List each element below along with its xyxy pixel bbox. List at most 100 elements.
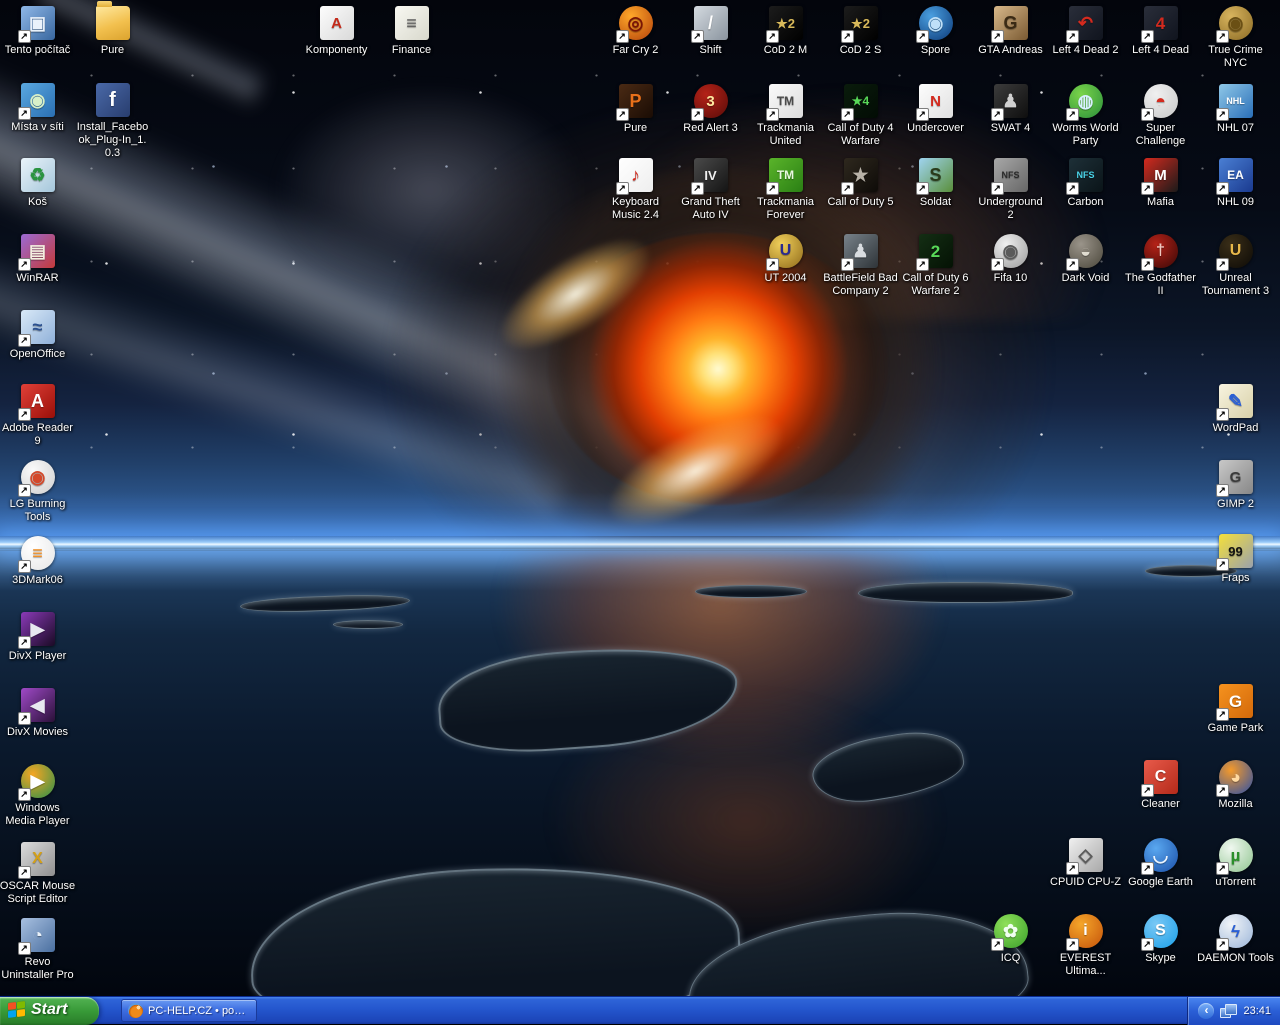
desktop-icon-underground-2[interactable]: NFS ↗ Underground 2 bbox=[973, 158, 1048, 222]
icon-label: Fifa 10 bbox=[993, 272, 1028, 284]
desktop-icon-left-4-dead[interactable]: 4 ↗ Left 4 Dead bbox=[1123, 6, 1198, 57]
desktop-icon-divx-movies[interactable]: ◀ ↗ DivX Movies bbox=[0, 688, 75, 739]
desktop-icon-trackmania-united[interactable]: TM ↗ Trackmania United bbox=[748, 84, 823, 148]
desktop-icon-call-of-duty-5[interactable]: ★ ↗ Call of Duty 5 bbox=[823, 158, 898, 209]
icon-label: GTA Andreas bbox=[978, 44, 1043, 56]
desktop-icon-mozilla[interactable]: ◕ ↗ Mozilla bbox=[1198, 760, 1273, 811]
desktop-icon-openoffice[interactable]: ≈ ↗ OpenOffice bbox=[0, 310, 75, 361]
desktop-icon-battlefield-bad-company-2[interactable]: ♟ ↗ BattleField Bad Company 2 bbox=[823, 234, 898, 298]
desktop-icon-windows-media-player[interactable]: ▶ ↗ Windows Media Player bbox=[0, 764, 75, 828]
desktop-icon-undercover[interactable]: N ↗ Undercover bbox=[898, 84, 973, 135]
desktop-icon-keyboard-music[interactable]: ♪ ↗ Keyboard Music 2.4 bbox=[598, 158, 673, 222]
desktop-icon-swat-4[interactable]: ♟ ↗ SWAT 4 bbox=[973, 84, 1048, 135]
shortcut-arrow-icon: ↗ bbox=[690, 30, 704, 43]
icon-label: Far Cry 2 bbox=[612, 44, 659, 56]
desktop-icon-oscar-mouse-script-editor[interactable]: X ↗ OSCAR Mouse Script Editor bbox=[0, 842, 75, 906]
desktop-icon-carbon[interactable]: NFS ↗ Carbon bbox=[1048, 158, 1123, 209]
shortcut-arrow-icon: ↗ bbox=[1215, 182, 1229, 195]
desktop-icon-soldat[interactable]: S ↗ Soldat bbox=[898, 158, 973, 209]
icon-label: Spore bbox=[920, 44, 951, 56]
desktop-icon-cod-2-m[interactable]: ★2 ↗ CoD 2 M bbox=[748, 6, 823, 57]
shortcut-arrow-icon: ↗ bbox=[615, 182, 629, 195]
desktop-icon-fraps[interactable]: 99 ↗ Fraps bbox=[1198, 534, 1273, 585]
desktop-icon-install-facebook-plugin[interactable]: f Install_Facebo ok_Plug-In_1. 0.3 bbox=[75, 83, 150, 160]
firefox-icon bbox=[128, 1003, 143, 1018]
desktop-icon-kos[interactable]: ♻ Koš bbox=[0, 158, 75, 209]
desktop-icon-fifa-10[interactable]: ◉ ↗ Fifa 10 bbox=[973, 234, 1048, 285]
desktop-icon-skype[interactable]: S ↗ Skype bbox=[1123, 914, 1198, 965]
desktop-icon-icq[interactable]: ✿ ↗ ICQ bbox=[973, 914, 1048, 965]
shortcut-arrow-icon: ↗ bbox=[1215, 558, 1229, 571]
icon-label: Unreal Tournament 3 bbox=[1201, 272, 1270, 297]
tray-collapse-chevron-icon[interactable]: ‹ bbox=[1198, 1002, 1215, 1019]
shortcut-arrow-icon: ↗ bbox=[915, 108, 929, 121]
desktop-icon-ut-2004[interactable]: U ↗ UT 2004 bbox=[748, 234, 823, 285]
desktop-icon-revo-uninstaller-pro[interactable]: ◔ ↗ Revo Uninstaller Pro bbox=[0, 918, 75, 982]
shortcut-arrow-icon: ↗ bbox=[17, 334, 31, 347]
shortcut-arrow-icon: ↗ bbox=[17, 712, 31, 725]
desktop-icon-the-godfather-ii[interactable]: † ↗ The Godfather II bbox=[1123, 234, 1198, 298]
desktop-icon-komponenty[interactable]: A Komponenty bbox=[299, 6, 374, 57]
desktop-icon-tento-pocitac[interactable]: ▣ ↗ Tento počítač bbox=[0, 6, 75, 57]
taskbar-clock[interactable]: 23:41 bbox=[1243, 1005, 1271, 1017]
desktop-icon-everest-ultimate[interactable]: i ↗ EVEREST Ultima... bbox=[1048, 914, 1123, 978]
desktop-icon-call-of-duty-4-warfare[interactable]: ★4 ↗ Call of Duty 4 Warfare bbox=[823, 84, 898, 148]
icon-label: Left 4 Dead 2 bbox=[1052, 44, 1119, 56]
desktop-icon-mista-v-siti[interactable]: ◉ ↗ Místa v síti bbox=[0, 83, 75, 134]
shortcut-arrow-icon: ↗ bbox=[1215, 938, 1229, 951]
shortcut-arrow-icon: ↗ bbox=[1065, 862, 1079, 875]
icon-label: Adobe Reader 9 bbox=[2, 422, 73, 447]
desktop-icon-cpuid-cpu-z[interactable]: ◇ ↗ CPUID CPU-Z bbox=[1048, 838, 1123, 889]
desktop-icon-divx-player[interactable]: ▶ ↗ DivX Player bbox=[0, 612, 75, 663]
desktop-icon-cleaner[interactable]: C ↗ Cleaner bbox=[1123, 760, 1198, 811]
desktop-icon-dark-void[interactable]: ◒ ↗ Dark Void bbox=[1048, 234, 1123, 285]
desktop-icon-grand-theft-auto-iv[interactable]: IV ↗ Grand Theft Auto IV bbox=[673, 158, 748, 222]
icon-label: Mafia bbox=[1147, 196, 1174, 208]
desktop-icon-lg-burning-tools[interactable]: ◉ ↗ LG Burning Tools bbox=[0, 460, 75, 524]
shortcut-arrow-icon: ↗ bbox=[1140, 258, 1154, 271]
desktop-icon-super-challenge[interactable]: ◓ ↗ Super Challenge bbox=[1123, 84, 1198, 148]
shortcut-arrow-icon: ↗ bbox=[840, 258, 854, 271]
desktop-icon-pure-game[interactable]: P ↗ Pure bbox=[598, 84, 673, 135]
icon-label: Carbon bbox=[1067, 196, 1104, 208]
desktop-icon-far-cry-2[interactable]: ◎ ↗ Far Cry 2 bbox=[598, 6, 673, 57]
shortcut-arrow-icon: ↗ bbox=[615, 30, 629, 43]
network-status-icon[interactable] bbox=[1220, 1003, 1238, 1018]
desktop-icon-mafia[interactable]: M ↗ Mafia bbox=[1123, 158, 1198, 209]
icon-label: DivX Player bbox=[8, 650, 67, 662]
desktop-icon-pure-folder[interactable]: Pure bbox=[75, 1, 150, 57]
desktop-icon-cod-2-s[interactable]: ★2 ↗ CoD 2 S bbox=[823, 6, 898, 57]
taskbar-task-button-firefox[interactable]: PC-HELP.CZ • počítač... bbox=[121, 999, 257, 1022]
desktop-icon-unreal-tournament-3[interactable]: U ↗ Unreal Tournament 3 bbox=[1198, 234, 1273, 298]
desktop-icon-google-earth[interactable]: ◡ ↗ Google Earth bbox=[1123, 838, 1198, 889]
shortcut-arrow-icon: ↗ bbox=[17, 636, 31, 649]
icon-label: Místa v síti bbox=[11, 121, 64, 133]
desktop-icon-adobe-reader-9[interactable]: A ↗ Adobe Reader 9 bbox=[0, 384, 75, 448]
desktop-icon-gta-andreas[interactable]: G ↗ GTA Andreas bbox=[973, 6, 1048, 57]
desktop-icon-nhl-07[interactable]: NHL ↗ NHL 07 bbox=[1198, 84, 1273, 135]
icon-label: WordPad bbox=[1212, 422, 1259, 434]
start-button[interactable]: Start bbox=[0, 996, 99, 1025]
desktop-icon-3dmark06[interactable]: ≡ ↗ 3DMark06 bbox=[0, 536, 75, 587]
desktop-icon-finance[interactable]: ≡ Finance bbox=[374, 6, 449, 57]
desktop-icon-wordpad[interactable]: ✎ ↗ WordPad bbox=[1198, 384, 1273, 435]
desktop-icon-utorrent[interactable]: µ ↗ uTorrent bbox=[1198, 838, 1273, 889]
desktop-icon-shift[interactable]: / ↗ Shift bbox=[673, 6, 748, 57]
desktop-icon-trackmania-forever[interactable]: TM ↗ Trackmania Forever bbox=[748, 158, 823, 222]
shortcut-arrow-icon: ↗ bbox=[1215, 708, 1229, 721]
desktop-icon-gimp-2[interactable]: G ↗ GIMP 2 bbox=[1198, 460, 1273, 511]
desktop-icon-winrar[interactable]: ▤ ↗ WinRAR bbox=[0, 234, 75, 285]
desktop-icon-worms-world-party[interactable]: ◍ ↗ Worms World Party bbox=[1048, 84, 1123, 148]
desktop-icon-game-park[interactable]: G ↗ Game Park bbox=[1198, 684, 1273, 735]
desktop-icon-spore[interactable]: ◉ ↗ Spore bbox=[898, 6, 973, 57]
shortcut-arrow-icon: ↗ bbox=[915, 258, 929, 271]
desktop-icon-call-of-duty-6-warfare-2[interactable]: 2 ↗ Call of Duty 6 Warfare 2 bbox=[898, 234, 973, 298]
desktop-icon-daemon-tools[interactable]: ϟ ↗ DAEMON Tools bbox=[1197, 914, 1274, 965]
shortcut-arrow-icon: ↗ bbox=[840, 182, 854, 195]
icon-label: Cleaner bbox=[1141, 798, 1180, 810]
desktop-icon-nhl-09[interactable]: EA ↗ NHL 09 bbox=[1198, 158, 1273, 209]
desktop[interactable]: ▣ ↗ Tento počítač ◉ ↗ Místa v síti ♻ Koš ▤ ↗ WinRA… bbox=[0, 0, 1280, 996]
desktop-icon-left-4-dead-2[interactable]: ↶ ↗ Left 4 Dead 2 bbox=[1048, 6, 1123, 57]
desktop-icon-true-crime-nyc[interactable]: ◉ ↗ True Crime NYC bbox=[1198, 6, 1273, 70]
desktop-icon-red-alert-3[interactable]: 3 ↗ Red Alert 3 bbox=[673, 84, 748, 135]
